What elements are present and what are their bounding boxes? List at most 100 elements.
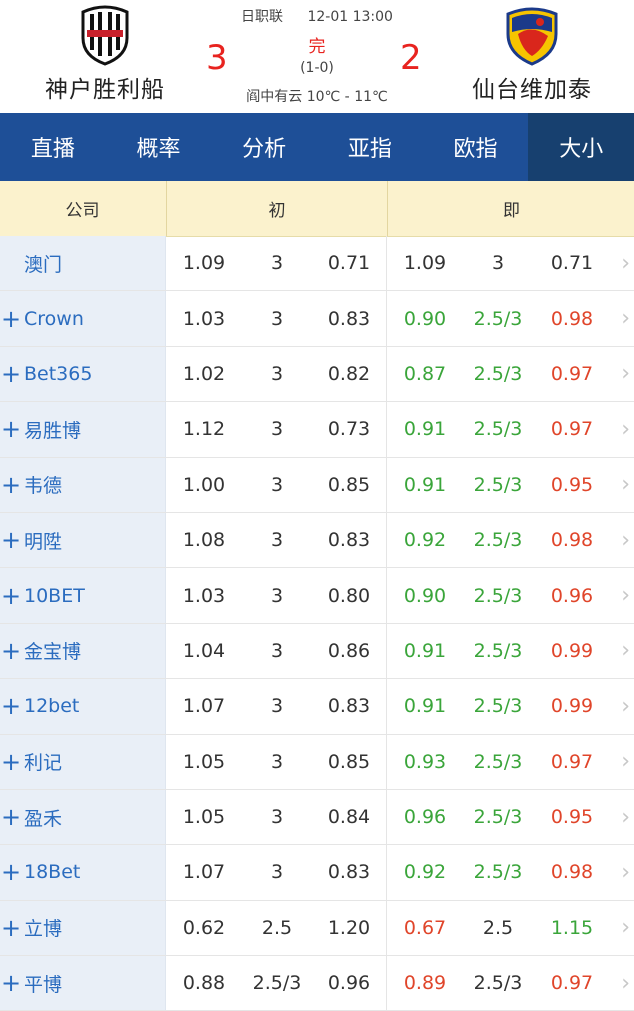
company-cell[interactable]: +12bet: [0, 679, 165, 734]
expand-plus-icon[interactable]: +: [0, 360, 22, 388]
company-name: 利记: [24, 752, 63, 775]
live-over-odds: 0.91: [403, 639, 447, 662]
chevron-right-icon[interactable]: ›: [621, 513, 630, 567]
live-over-odds: 0.93: [403, 750, 447, 773]
company-cell[interactable]: + Crown: [0, 291, 165, 346]
live-line: 2.5: [482, 916, 514, 939]
table-row[interactable]: +12bet 1.07 3 0.83 0.91 2.5/3 0.99 ›: [0, 679, 634, 735]
company-cell[interactable]: + 金宝博: [0, 623, 165, 679]
expand-plus-icon[interactable]: +: [0, 914, 22, 942]
initial-under-odds: 0.71: [327, 252, 371, 275]
expand-plus-icon[interactable]: +: [0, 526, 22, 554]
initial-over-odds: 1.04: [182, 639, 226, 662]
initial-line: 3: [270, 639, 284, 662]
tab-live[interactable]: 直播: [0, 113, 106, 181]
initial-under-odds: 0.84: [327, 806, 371, 829]
company-name: 金宝博: [24, 641, 82, 664]
company-cell[interactable]: + Bet365: [0, 346, 165, 402]
expand-plus-icon[interactable]: +: [0, 748, 22, 776]
chevron-right-icon[interactable]: ›: [621, 901, 630, 955]
expand-plus-icon[interactable]: +: [0, 305, 22, 333]
expand-plus-icon[interactable]: +: [0, 858, 22, 886]
initial-over-odds: 0.62: [182, 916, 226, 939]
initial-over-odds: 1.02: [182, 362, 226, 385]
chevron-right-icon[interactable]: ›: [621, 679, 630, 733]
initial-under-odds: 1.20: [327, 916, 371, 939]
company-cell[interactable]: +澳门: [0, 236, 165, 291]
company-cell[interactable]: + 利记: [0, 734, 165, 789]
live-under-odds: 0.95: [550, 473, 594, 496]
odds-table: +澳门1.0930.711.0930.71›+Crown1.0330.830.9…: [0, 236, 634, 1011]
initial-under-odds: 0.85: [327, 750, 371, 773]
table-row[interactable]: + 韦德 1.00 3 0.85 0.91 2.5/3 0.95 ›: [0, 457, 634, 513]
chevron-right-icon[interactable]: ›: [621, 291, 630, 345]
table-row[interactable]: + 易胜博 1.12 3 0.73 0.91 2.5/3 0.97 ›: [0, 402, 634, 458]
company-cell[interactable]: +10BET: [0, 568, 165, 623]
company-cell[interactable]: + 平博: [0, 956, 165, 1011]
table-row[interactable]: + 明陞 1.08 3 0.83 0.92 2.5/3 0.98 ›: [0, 512, 634, 569]
chevron-right-icon[interactable]: ›: [621, 347, 630, 401]
chevron-right-icon[interactable]: ›: [621, 956, 630, 1010]
initial-over-odds: 0.88: [182, 972, 226, 995]
initial-under-odds: 0.96: [327, 972, 371, 995]
tab-european-odds[interactable]: 欧指: [423, 113, 529, 181]
live-under-odds: 0.98: [550, 307, 594, 330]
live-line: 2.5/3: [473, 861, 523, 884]
expand-plus-icon[interactable]: +: [0, 415, 22, 443]
chevron-right-icon[interactable]: ›: [621, 568, 630, 622]
expand-plus-icon[interactable]: +: [0, 471, 22, 499]
expand-plus-icon[interactable]: +: [0, 637, 22, 665]
table-row[interactable]: + 平博 0.88 2.5/3 0.96 0.89 2.5/3 0.97 ›: [0, 956, 634, 1011]
live-line: 2.5/3: [473, 473, 523, 496]
live-under-odds: 0.97: [550, 418, 594, 441]
table-row[interactable]: +10BET 1.03 3 0.80 0.90 2.5/3 0.96 ›: [0, 568, 634, 624]
table-row[interactable]: + Bet365 1.02 3 0.82 0.87 2.5/3 0.97 ›: [0, 346, 634, 403]
table-row[interactable]: + 金宝博 1.04 3 0.86 0.91 2.5/3 0.99 ›: [0, 623, 634, 680]
company-name: 韦德: [24, 475, 63, 498]
company-cell[interactable]: + 立博: [0, 900, 165, 956]
company-name: 盈禾: [24, 807, 63, 830]
expand-plus-icon[interactable]: +: [0, 803, 22, 831]
company-cell[interactable]: +18Bet: [0, 845, 165, 900]
initial-under-odds: 0.86: [327, 639, 371, 662]
table-row[interactable]: +澳门 1.09 3 0.71 1.09 3 0.71 ›: [0, 236, 634, 292]
chevron-right-icon[interactable]: ›: [621, 790, 630, 844]
expand-plus-icon[interactable]: +: [0, 969, 22, 997]
initial-line: 3: [270, 473, 284, 496]
table-row[interactable]: +18Bet 1.07 3 0.83 0.92 2.5/3 0.98 ›: [0, 845, 634, 901]
chevron-right-icon[interactable]: ›: [621, 735, 630, 789]
tab-over-under[interactable]: 大小: [528, 113, 634, 181]
chevron-right-icon[interactable]: ›: [621, 458, 630, 512]
company-cell[interactable]: + 韦德: [0, 457, 165, 512]
live-under-odds: 0.99: [550, 639, 594, 662]
tab-analysis[interactable]: 分析: [211, 113, 317, 181]
tab-probability[interactable]: 概率: [106, 113, 212, 181]
initial-line: 2.5/3: [252, 972, 302, 995]
initial-line: 3: [270, 529, 284, 552]
live-over-odds: 1.09: [403, 252, 447, 275]
live-over-odds: 0.91: [403, 473, 447, 496]
away-team[interactable]: 仙台维加泰: [442, 0, 622, 104]
table-row[interactable]: + 立博 0.62 2.5 1.20 0.67 2.5 1.15 ›: [0, 900, 634, 957]
table-row[interactable]: + 盈禾 1.05 3 0.84 0.96 2.5/3 0.95 ›: [0, 789, 634, 846]
chevron-right-icon[interactable]: ›: [621, 402, 630, 456]
chevron-right-icon[interactable]: ›: [621, 624, 630, 678]
company-cell[interactable]: + 盈禾: [0, 789, 165, 845]
expand-plus-icon[interactable]: +: [0, 692, 22, 720]
company-cell[interactable]: + 明陞: [0, 512, 165, 568]
live-line: 2.5/3: [473, 529, 523, 552]
expand-plus-icon[interactable]: +: [0, 582, 22, 610]
company-cell[interactable]: + 易胜博: [0, 402, 165, 457]
table-row[interactable]: + 利记 1.05 3 0.85 0.93 2.5/3 0.97 ›: [0, 734, 634, 790]
company-name: 澳门: [24, 253, 63, 276]
live-under-odds: 0.95: [550, 806, 594, 829]
live-under-odds: 0.98: [550, 529, 594, 552]
initial-line: 3: [270, 695, 284, 718]
tab-asian-handicap[interactable]: 亚指: [317, 113, 423, 181]
table-row[interactable]: + Crown 1.03 3 0.83 0.90 2.5/3 0.98 ›: [0, 291, 634, 347]
chevron-right-icon[interactable]: ›: [621, 845, 630, 899]
chevron-right-icon[interactable]: ›: [621, 236, 630, 290]
initial-line: 3: [270, 861, 284, 884]
company-name: 18Bet: [24, 861, 81, 884]
company-name: 10BET: [24, 584, 85, 607]
